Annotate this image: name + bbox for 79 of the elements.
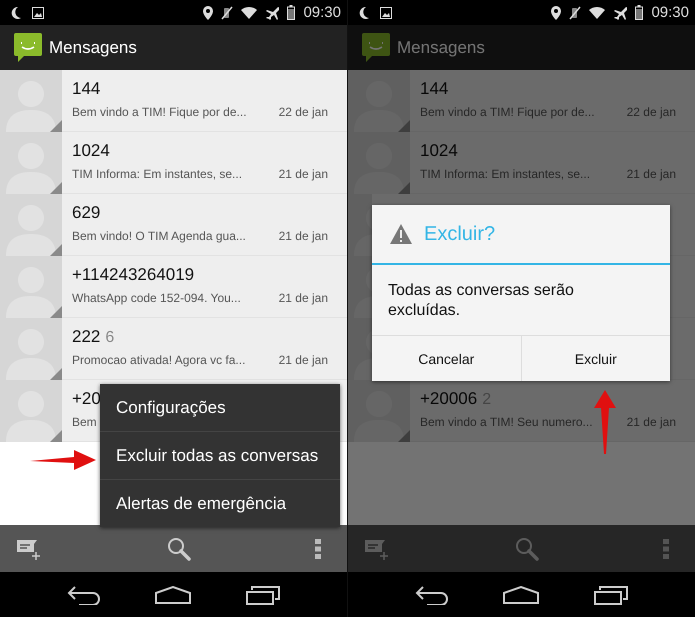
arrow-icon xyxy=(30,448,96,472)
back-icon[interactable] xyxy=(415,584,450,604)
battery-icon xyxy=(635,5,644,20)
conversation-row[interactable]: 222 6 Promocao ativada! Agora vc fa... 21 de jan xyxy=(0,318,347,380)
search-icon[interactable] xyxy=(166,536,190,560)
dialog-button[interactable]: Excluir xyxy=(522,336,670,381)
muted-vibrate-icon xyxy=(569,6,582,20)
moon-icon xyxy=(358,6,370,20)
conversation-row[interactable]: 1024 TIM Informa: Em instantes, se... 21 de jan xyxy=(0,132,347,194)
message-date: 21 de jan xyxy=(626,415,676,429)
message-preview: WhatsApp code 152-094. You... xyxy=(72,291,241,305)
message-date: 21 de jan xyxy=(278,167,328,181)
location-pin-icon xyxy=(551,6,562,20)
message-preview: Bem vindo! O TIM Agenda gua... xyxy=(72,229,246,243)
contact-name: +20 xyxy=(72,389,101,409)
image-icon xyxy=(32,6,44,18)
menu-item[interactable]: Alertas de emergência xyxy=(100,480,340,527)
avatar-icon xyxy=(0,318,62,380)
message-preview: Bem vindo a TIM! Seu numero... xyxy=(420,415,593,429)
contact-name: 629 xyxy=(72,203,100,223)
message-preview: TIM Informa: Em instantes, se... xyxy=(420,167,590,181)
dialog-button[interactable]: Cancelar xyxy=(372,336,522,381)
contact-name: 1024 xyxy=(420,141,458,161)
dialog-title: Excluir? xyxy=(424,222,496,246)
airplane-icon xyxy=(265,6,280,20)
contact-name: 222 xyxy=(72,327,100,347)
contact-name: +20006 xyxy=(420,389,478,409)
avatar-icon xyxy=(348,70,410,132)
message-date: 21 de jan xyxy=(278,229,328,243)
avatar-icon xyxy=(0,132,62,194)
wifi-icon xyxy=(589,6,606,19)
message-preview: Promocao ativada! Agora vc fa... xyxy=(72,353,246,367)
message-count: 6 xyxy=(105,329,114,347)
chat-bubble-icon xyxy=(14,32,42,62)
clock-time: 09:30 xyxy=(303,4,341,21)
contact-name: 1024 xyxy=(72,141,110,161)
message-date: 22 de jan xyxy=(278,105,328,119)
arrow-icon xyxy=(594,390,616,454)
avatar-icon xyxy=(0,70,62,132)
message-preview: TIM Informa: Em instantes, se... xyxy=(72,167,242,181)
contact-name: +114243264019 xyxy=(72,265,194,285)
conversation-row[interactable]: +114243264019 WhatsApp code 152-094. You... 21 de jan xyxy=(0,256,347,318)
moon-icon xyxy=(10,6,22,20)
home-icon[interactable] xyxy=(503,586,540,604)
airplane-icon xyxy=(613,6,628,20)
wifi-icon xyxy=(241,6,258,19)
battery-icon xyxy=(287,5,296,20)
conversation-row[interactable]: 144 Bem vindo a TIM! Fique por de... 22 de jan xyxy=(0,70,347,132)
location-pin-icon xyxy=(203,6,214,20)
conversation-row[interactable]: 144 Bem vindo a TIM! Fique por de... 22 de jan xyxy=(348,70,695,132)
message-date: 21 de jan xyxy=(278,353,328,367)
back-icon[interactable] xyxy=(67,584,102,604)
chat-bubble-icon xyxy=(362,32,390,62)
contact-name: 144 xyxy=(72,79,100,99)
image-icon xyxy=(380,6,392,18)
message-date: 21 de jan xyxy=(626,167,676,181)
conversation-row[interactable]: 629 Bem vindo! O TIM Agenda gua... 21 de jan xyxy=(0,194,347,256)
app-title: Mensagens xyxy=(49,38,137,58)
app-title: Mensagens xyxy=(397,38,485,58)
message-preview: Bem xyxy=(72,415,97,429)
avatar-icon xyxy=(0,194,62,256)
message-preview: Bem vindo a TIM! Fique por de... xyxy=(420,105,595,119)
muted-vibrate-icon xyxy=(221,6,234,20)
message-preview: Bem vindo a TIM! Fique por de... xyxy=(72,105,247,119)
message-date: 21 de jan xyxy=(278,291,328,305)
menu-item[interactable]: Excluir todas as conversas xyxy=(100,432,340,480)
avatar-icon xyxy=(0,256,62,318)
home-icon[interactable] xyxy=(155,586,192,604)
menu-item[interactable]: Configurações xyxy=(100,384,340,432)
recent-apps-icon[interactable] xyxy=(246,584,280,604)
clock-time: 09:30 xyxy=(651,4,689,21)
dialog-message: Todas as conversas serão excluídas. xyxy=(387,281,575,321)
overflow-menu-icon[interactable] xyxy=(315,538,321,558)
recent-apps-icon[interactable] xyxy=(594,584,628,604)
message-date: 22 de jan xyxy=(626,105,676,119)
contact-name: 144 xyxy=(420,79,448,99)
avatar-icon xyxy=(348,256,372,318)
conversation-row[interactable]: 1024 TIM Informa: Em instantes, se... 21 de jan xyxy=(348,132,695,194)
warning-icon xyxy=(390,224,412,244)
